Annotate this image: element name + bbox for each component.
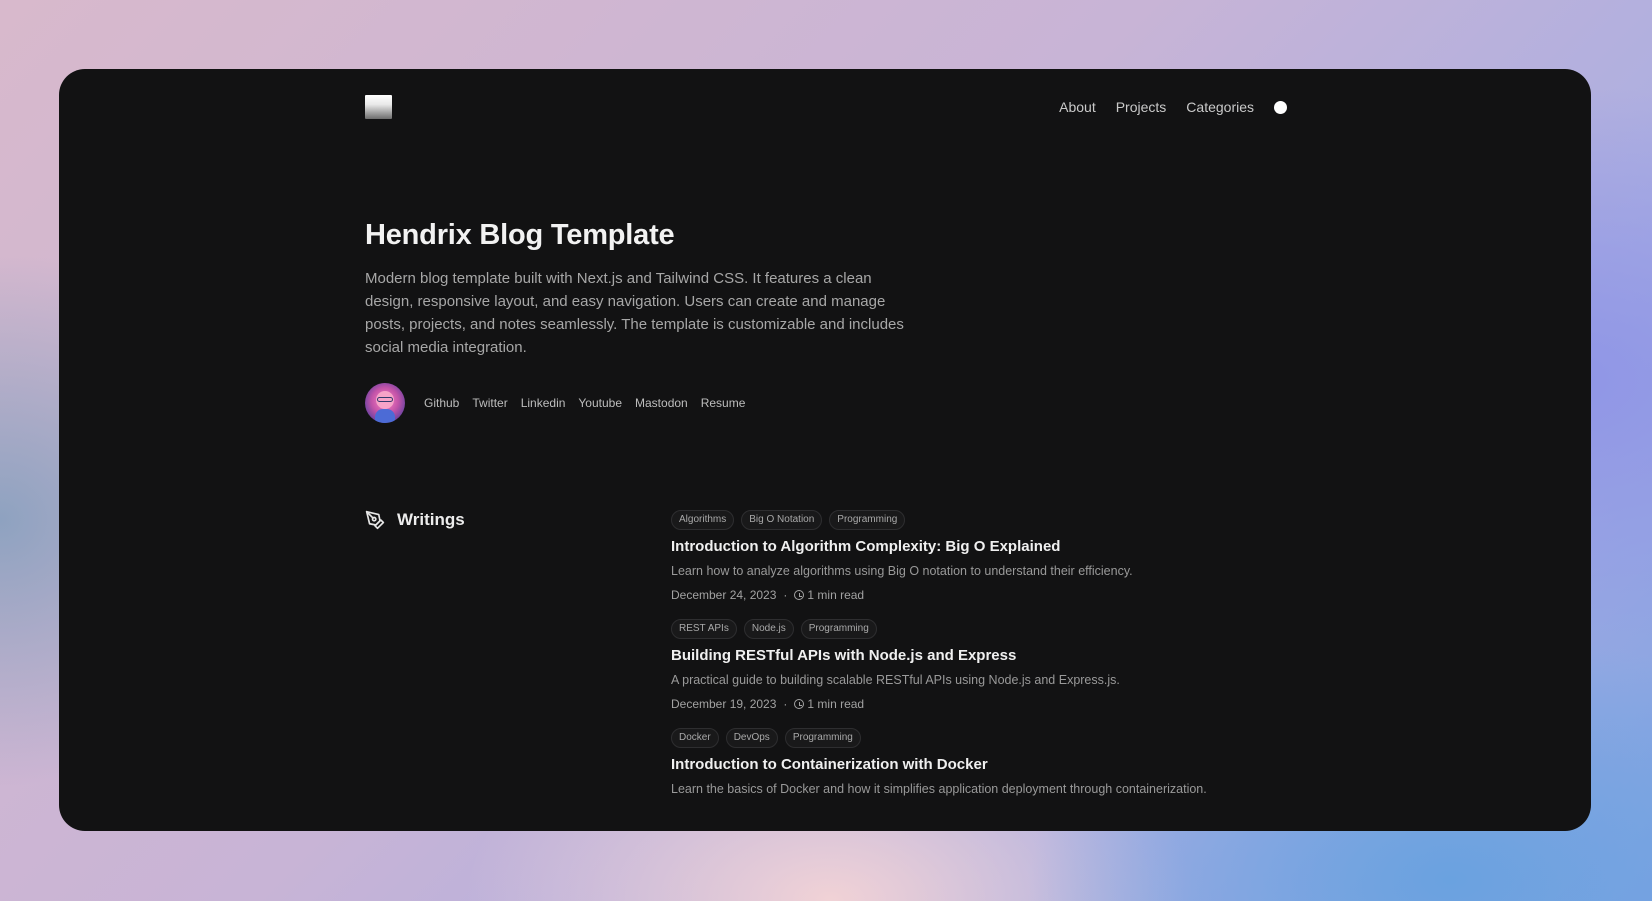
- page-title: Hendrix Blog Template: [365, 219, 675, 251]
- writings-heading: Writings: [365, 510, 465, 530]
- post-tags: Docker DevOps Programming: [671, 728, 1291, 748]
- post-title[interactable]: Building RESTful APIs with Node.js and E…: [671, 647, 1291, 664]
- post-meta: December 19, 2023 · 1 min read: [671, 697, 1291, 711]
- browser-window: About Projects Categories Hendrix Blog T…: [59, 69, 1591, 831]
- clock-icon: [794, 590, 805, 600]
- social-link-linkedin[interactable]: Linkedin: [521, 396, 566, 410]
- nav-projects[interactable]: Projects: [1116, 99, 1167, 115]
- tag[interactable]: DevOps: [725, 728, 778, 748]
- post-item[interactable]: Algorithms Big O Notation Programming In…: [671, 510, 1291, 602]
- tag[interactable]: Programming: [829, 510, 906, 530]
- page-container: About Projects Categories Hendrix Blog T…: [365, 69, 1287, 831]
- tag[interactable]: Programming: [784, 728, 861, 748]
- nav-categories[interactable]: Categories: [1186, 99, 1254, 115]
- tag[interactable]: Programming: [800, 619, 877, 639]
- social-links: Github Twitter Linkedin Youtube Mastodon…: [424, 396, 745, 410]
- meta-separator: ·: [783, 588, 788, 602]
- post-date: December 19, 2023: [671, 697, 777, 711]
- avatar: [365, 383, 405, 423]
- top-nav: About Projects Categories: [1059, 99, 1287, 115]
- post-tags: REST APIs Node.js Programming: [671, 619, 1291, 639]
- post-meta: December 24, 2023 · 1 min read: [671, 588, 1291, 602]
- site-logo[interactable]: [365, 95, 392, 119]
- post-item[interactable]: Docker DevOps Programming Introduction t…: [671, 728, 1291, 796]
- nav-about[interactable]: About: [1059, 99, 1096, 115]
- social-row: Github Twitter Linkedin Youtube Mastodon…: [365, 383, 745, 423]
- post-date: December 24, 2023: [671, 588, 777, 602]
- tag[interactable]: Algorithms: [671, 510, 735, 530]
- pen-icon: [365, 510, 385, 530]
- post-description: Learn how to analyze algorithms using Bi…: [671, 564, 1133, 578]
- meta-separator: ·: [783, 697, 788, 711]
- tag[interactable]: Big O Notation: [741, 510, 823, 530]
- post-description: A practical guide to building scalable R…: [671, 673, 1120, 687]
- social-link-youtube[interactable]: Youtube: [578, 396, 622, 410]
- social-link-twitter[interactable]: Twitter: [472, 396, 507, 410]
- social-link-github[interactable]: Github: [424, 396, 459, 410]
- page-description: Modern blog template built with Next.js …: [365, 270, 904, 356]
- tag[interactable]: Docker: [671, 728, 719, 748]
- post-title[interactable]: Introduction to Containerization with Do…: [671, 756, 1291, 773]
- social-link-resume[interactable]: Resume: [701, 396, 746, 410]
- post-title[interactable]: Introduction to Algorithm Complexity: Bi…: [671, 538, 1291, 555]
- post-read-time: 1 min read: [807, 588, 865, 602]
- tag[interactable]: Node.js: [743, 619, 794, 639]
- post-tags: Algorithms Big O Notation Programming: [671, 510, 1291, 530]
- writings-label: Writings: [397, 510, 465, 529]
- social-link-mastodon[interactable]: Mastodon: [635, 396, 688, 410]
- clock-icon: [794, 699, 805, 709]
- tag[interactable]: REST APIs: [671, 619, 737, 639]
- post-read-time: 1 min read: [807, 697, 865, 711]
- post-description: Learn the basics of Docker and how it si…: [671, 782, 1207, 796]
- post-item[interactable]: REST APIs Node.js Programming Building R…: [671, 619, 1291, 711]
- theme-toggle-icon[interactable]: [1274, 100, 1287, 114]
- posts-list: Algorithms Big O Notation Programming In…: [671, 510, 1291, 813]
